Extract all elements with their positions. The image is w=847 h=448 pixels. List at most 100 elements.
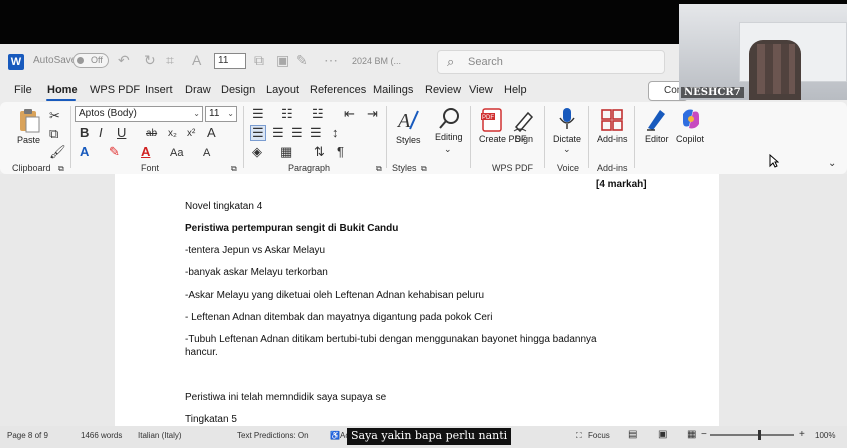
decrease-indent-icon[interactable]: ⇤ <box>344 107 355 121</box>
editing-icon[interactable] <box>438 106 462 132</box>
italic-button[interactable]: I <box>99 126 103 140</box>
cut-icon[interactable]: ✂ <box>49 109 60 123</box>
document-line: Peristiwa ini telah memndidik saya supay… <box>185 392 387 403</box>
sign-label[interactable]: Sign <box>515 134 533 144</box>
tab-wps-pdf[interactable]: WPS PDF <box>90 84 140 96</box>
zoom-out-icon[interactable]: − <box>701 429 707 440</box>
autosave-toggle[interactable]: Off <box>73 53 109 68</box>
line-spacing-icon[interactable]: ↕ <box>332 126 339 140</box>
tab-design[interactable]: Design <box>221 84 255 96</box>
pilcrow-icon[interactable]: ¶ <box>337 145 344 159</box>
document-line: hancur. <box>185 347 218 358</box>
highlight-icon[interactable]: ✎ <box>109 145 120 159</box>
document-line: -Askar Melayu yang diketuai oleh Leftena… <box>185 290 485 301</box>
copilot-label[interactable]: Copilot <box>676 134 704 144</box>
increase-indent-icon[interactable]: ⇥ <box>367 107 378 121</box>
sort-icon[interactable]: ⇅ <box>314 145 325 159</box>
word-logo-icon: W <box>8 54 24 70</box>
focus-icon[interactable]: ⛶ <box>576 431 582 441</box>
editing-label[interactable]: Editing <box>435 132 463 142</box>
chevron-down-icon: ⌄ <box>193 109 200 118</box>
screen: W AutoSave Off ↶ ↻ ⌗ A 11 ⧉ ▣ ✎ ⋯ 2024 B… <box>0 0 847 448</box>
wps-pdf-group-label: WPS PDF <box>492 163 534 173</box>
styles-label[interactable]: Styles <box>396 135 421 145</box>
paste-icon[interactable] <box>17 108 41 134</box>
document-line: - Leftenan Adnan ditembak dan mayatnya d… <box>185 312 493 323</box>
font-color-icon[interactable]: A <box>141 145 150 159</box>
tab-review[interactable]: Review <box>425 84 461 96</box>
font-name-select[interactable]: Aptos (Body) ⌄ <box>75 106 203 122</box>
webcam-thumbnail: NESHCR7 <box>679 4 847 100</box>
editor-icon[interactable] <box>645 106 669 132</box>
change-case-button[interactable]: Aa <box>170 146 183 160</box>
text-effects-icon[interactable]: A <box>80 145 89 159</box>
add-ins-icon[interactable] <box>600 107 624 133</box>
print-layout-icon[interactable]: ▣ <box>658 429 667 440</box>
styles-icon[interactable]: A <box>396 107 420 133</box>
shading-icon[interactable]: ◈ <box>252 145 262 159</box>
redo-icon[interactable]: ↻ <box>144 52 156 69</box>
search-box[interactable]: ⌕ Search <box>437 50 665 74</box>
image-icon[interactable]: ▣ <box>276 52 289 69</box>
zoom-slider[interactable] <box>710 434 794 436</box>
chevron-down-icon[interactable]: ⌄ <box>444 142 452 156</box>
brush-icon[interactable]: 🖌 <box>49 145 66 159</box>
font-size-grow-icon[interactable]: A <box>203 146 210 160</box>
page-count[interactable]: Page 8 of 9 <box>7 431 48 440</box>
focus-label[interactable]: Focus <box>588 431 610 440</box>
align-left-icon[interactable]: ☰ <box>250 125 266 141</box>
accessibility-icon[interactable]: ♿ <box>330 431 340 440</box>
align-right-icon[interactable]: ☰ <box>291 126 303 140</box>
word-count[interactable]: 1466 words <box>81 431 122 440</box>
add-ins-label[interactable]: Add-ins <box>597 134 628 144</box>
blurred-face <box>757 44 795 94</box>
more-commands-icon[interactable]: ⋯ <box>324 52 338 69</box>
bullets-icon[interactable]: ☰ <box>252 107 264 121</box>
chevron-down-icon[interactable]: ⌄ <box>563 142 571 156</box>
borders-icon[interactable]: ▦ <box>280 145 292 159</box>
language-indicator[interactable]: Italian (Italy) <box>138 431 182 440</box>
microphone-icon[interactable] <box>555 106 579 132</box>
create-pdf-icon[interactable]: PDF <box>480 107 504 133</box>
read-mode-icon[interactable]: ▤ <box>628 429 637 440</box>
text-predictions-status[interactable]: Text Predictions: On <box>237 431 309 440</box>
sign-icon[interactable] <box>512 107 536 133</box>
document-line: Tingkatan 5 <box>185 414 237 425</box>
font-size-select[interactable]: 11 ⌄ <box>205 106 237 122</box>
tab-view[interactable]: View <box>469 84 493 96</box>
tab-help[interactable]: Help <box>504 84 527 96</box>
align-center-icon[interactable]: ☰ <box>272 126 284 140</box>
zoom-slider-thumb[interactable] <box>758 430 761 440</box>
numbering-icon[interactable]: ☷ <box>281 107 293 121</box>
subscript-button[interactable]: x₂ <box>168 127 177 141</box>
strikethrough-button[interactable]: ab <box>146 127 157 141</box>
font-icon[interactable]: A <box>192 52 201 68</box>
tab-file[interactable]: File <box>14 84 32 96</box>
tab-mailings[interactable]: Mailings <box>373 84 413 96</box>
pen-icon[interactable]: ✎ <box>296 52 308 69</box>
multilevel-list-icon[interactable]: ☳ <box>312 107 324 121</box>
tab-references[interactable]: References <box>310 84 366 96</box>
copy-format-icon[interactable]: ⧉ <box>49 127 58 141</box>
undo-icon[interactable]: ↶ <box>118 52 130 69</box>
tab-layout[interactable]: Layout <box>266 84 299 96</box>
copy-icon[interactable]: ⧉ <box>254 52 264 69</box>
zoom-level[interactable]: 100% <box>815 431 835 440</box>
tab-home[interactable]: Home <box>47 84 78 96</box>
superscript-button[interactable]: x² <box>187 127 195 141</box>
collapse-ribbon-icon[interactable]: ⌄ <box>828 157 836 171</box>
tab-insert[interactable]: Insert <box>145 84 173 96</box>
tab-draw[interactable]: Draw <box>185 84 211 96</box>
justify-icon[interactable]: ☰ <box>310 126 322 140</box>
format-painter-icon[interactable]: ⌗ <box>166 52 174 69</box>
font-name-value: Aptos (Body) <box>79 108 137 119</box>
paste-label[interactable]: Paste <box>17 135 40 145</box>
bold-button[interactable]: B <box>80 126 89 140</box>
clear-format-button[interactable]: A <box>207 126 216 140</box>
zoom-in-icon[interactable]: + <box>799 429 805 440</box>
copilot-icon[interactable] <box>679 106 703 132</box>
web-layout-icon[interactable]: ▦ <box>687 429 696 440</box>
underline-button[interactable]: U <box>117 126 126 140</box>
quick-font-size[interactable]: 11 <box>214 53 246 69</box>
editor-label[interactable]: Editor <box>645 134 669 144</box>
